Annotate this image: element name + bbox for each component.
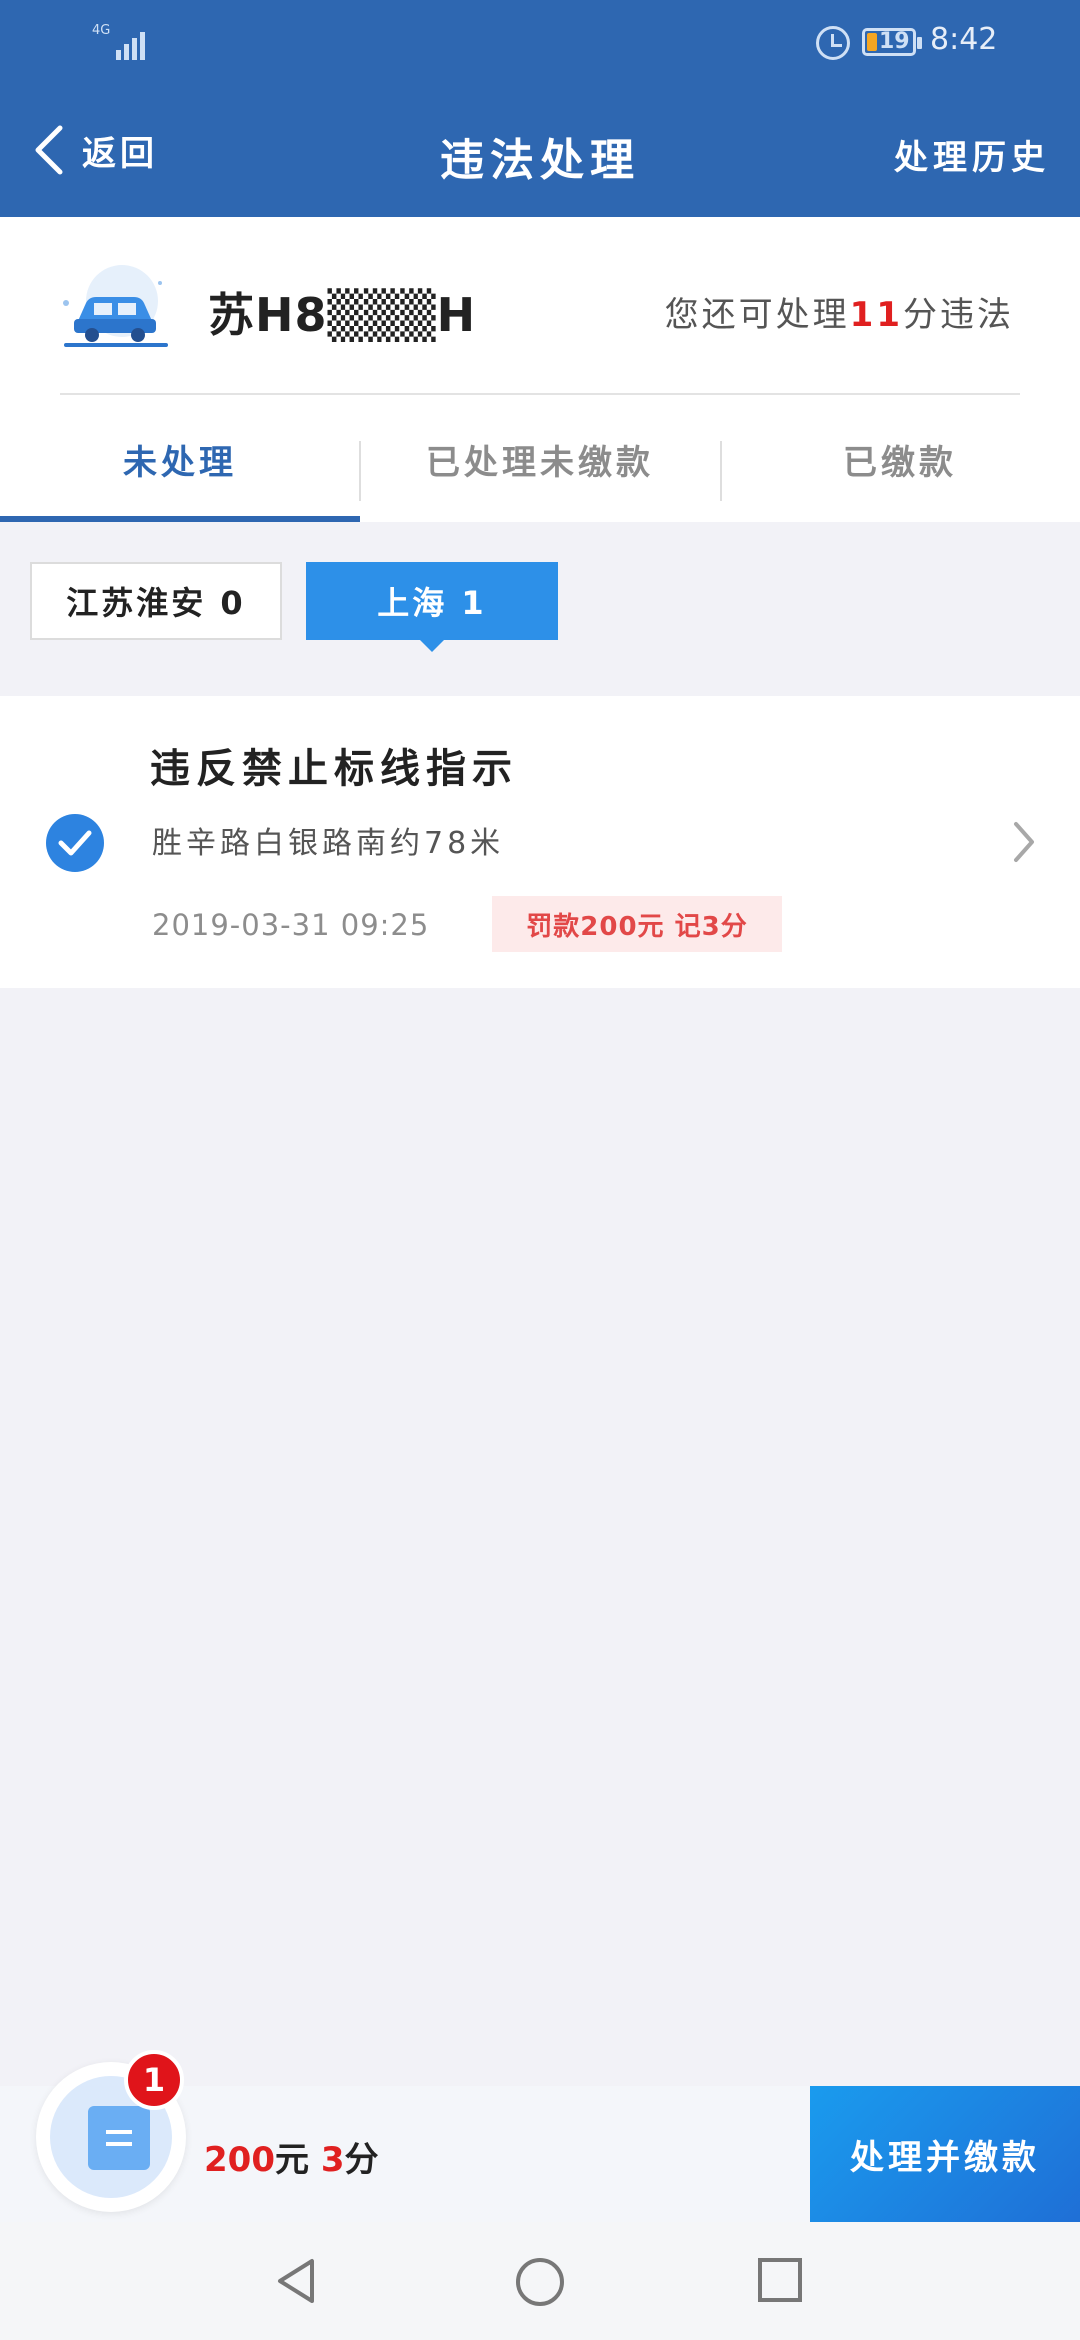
amount-unit: 元 bbox=[274, 2140, 321, 2180]
region-chip-jiangsu-huaian[interactable]: 江苏淮安 0 bbox=[30, 562, 282, 640]
summary-totals: 200元 3分 bbox=[204, 2132, 379, 2181]
status-time: 8:42 bbox=[930, 22, 998, 57]
checkbox-checked-icon[interactable] bbox=[46, 814, 104, 872]
battery-icon: 19 bbox=[862, 28, 922, 56]
nav-back-icon[interactable] bbox=[272, 2256, 322, 2306]
vehicle-card: 苏H8▒▒▒H 您还可处理11分违法 未处理 已处理未缴款 已缴款 bbox=[0, 217, 1080, 522]
remaining-prefix: 您还可处理 bbox=[664, 295, 850, 335]
penalty-badge: 罚款200元 记3分 bbox=[492, 896, 782, 952]
violation-title: 违反禁止标线指示 bbox=[150, 746, 518, 792]
total-points: 3 bbox=[320, 2140, 345, 2180]
chevron-right-icon[interactable] bbox=[1012, 820, 1036, 864]
check-icon bbox=[58, 830, 92, 856]
network-type: 4G bbox=[92, 23, 111, 38]
violation-location: 胜辛路白银路南约78米 bbox=[152, 826, 505, 861]
total-amount: 200 bbox=[204, 2140, 275, 2180]
top-bar: 4G 19 8:42 返回 违法处理 处理历史 bbox=[0, 0, 1080, 217]
plate-number: 苏H8▒▒▒H bbox=[208, 288, 477, 342]
tab-processed-unpaid[interactable]: 已处理未缴款 bbox=[360, 397, 720, 522]
remaining-suffix: 分违法 bbox=[903, 295, 1014, 335]
nav-bar: 返回 违法处理 处理历史 bbox=[0, 100, 1080, 200]
selected-list-button[interactable]: 1 bbox=[36, 2050, 186, 2212]
active-tab-indicator bbox=[0, 516, 360, 522]
system-nav-bar bbox=[0, 2222, 1080, 2340]
violation-item[interactable]: 违反禁止标线指示 胜辛路白银路南约78米 2019-03-31 09:25 罚款… bbox=[0, 696, 1080, 988]
nav-recents-icon[interactable] bbox=[756, 2256, 804, 2304]
nav-home-icon[interactable] bbox=[514, 2256, 566, 2308]
status-bar: 4G 19 8:42 bbox=[0, 0, 1080, 85]
divider bbox=[60, 393, 1020, 395]
region-chip-shanghai[interactable]: 上海 1 bbox=[306, 562, 558, 652]
battery-level: 19 bbox=[879, 29, 910, 54]
document-icon bbox=[88, 2106, 150, 2170]
bottom-bar: 1 200元 3分 处理并缴款 bbox=[0, 2050, 1080, 2222]
violation-time: 2019-03-31 09:25 bbox=[152, 908, 430, 942]
signal-icon: 4G bbox=[92, 24, 150, 60]
status-tabs: 未处理 已处理未缴款 已缴款 bbox=[0, 397, 1080, 522]
tab-paid[interactable]: 已缴款 bbox=[720, 397, 1080, 522]
alarm-icon bbox=[816, 26, 850, 60]
tab-unprocessed[interactable]: 未处理 bbox=[0, 397, 360, 522]
remaining-points: 您还可处理11分违法 bbox=[665, 287, 1014, 336]
remaining-points-value: 11 bbox=[849, 295, 903, 335]
car-icon bbox=[63, 265, 168, 347]
count-badge: 1 bbox=[124, 2050, 184, 2110]
history-button[interactable]: 处理历史 bbox=[894, 130, 1050, 179]
process-and-pay-button[interactable]: 处理并缴款 bbox=[810, 2086, 1080, 2222]
points-unit: 分 bbox=[344, 2140, 379, 2180]
